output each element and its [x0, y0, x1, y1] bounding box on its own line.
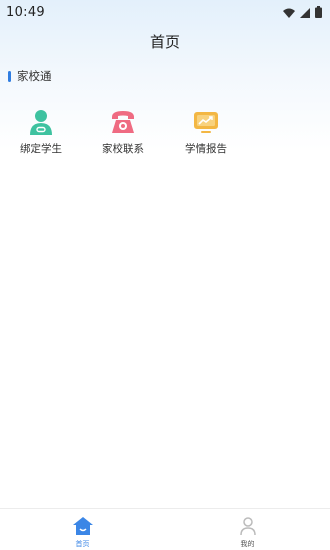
grid-item-home-school-contact[interactable]: 家校联系 [83, 108, 163, 156]
section-title: 家校通 [17, 69, 52, 83]
page-title: 首页 [149, 32, 180, 51]
section-header: 家校通 [8, 68, 52, 84]
home-icon [71, 514, 95, 538]
telephone-icon [109, 108, 137, 136]
status-bar: 10:49 [0, 0, 330, 24]
status-icons [283, 3, 322, 22]
tab-profile[interactable]: 我的 [165, 509, 330, 550]
grid-item-bind-student[interactable]: 绑定学生 [1, 108, 81, 156]
tab-label: 我的 [240, 540, 255, 548]
battery-icon [315, 3, 322, 22]
grid-item-learning-report[interactable]: 学情报告 [166, 108, 246, 156]
report-icon [192, 108, 220, 136]
profile-icon [236, 514, 260, 538]
page-header: 首页 [0, 24, 330, 58]
bottom-tab-bar: 首页 我的 [0, 508, 330, 550]
wifi-icon [283, 3, 295, 22]
tab-label: 首页 [75, 540, 90, 548]
bind-student-icon [27, 108, 55, 136]
tab-home[interactable]: 首页 [0, 509, 165, 550]
status-time: 10:49 [6, 4, 45, 20]
grid-item-label: 学情报告 [185, 143, 227, 155]
grid-item-label: 绑定学生 [20, 143, 62, 155]
grid-item-label: 家校联系 [102, 143, 144, 155]
signal-icon [300, 3, 310, 22]
section-accent-bar [8, 70, 11, 82]
